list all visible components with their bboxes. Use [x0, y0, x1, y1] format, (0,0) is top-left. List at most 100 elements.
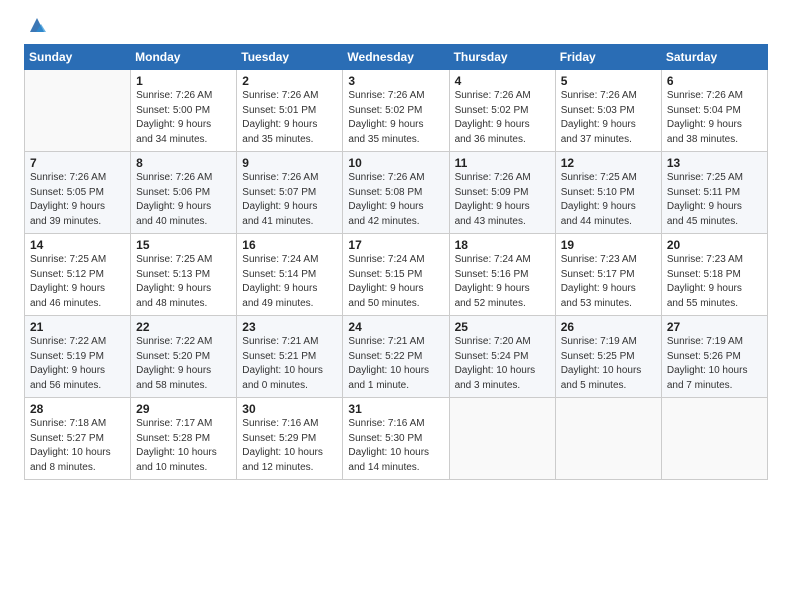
day-number: 25 [455, 320, 551, 334]
day-number: 7 [30, 156, 126, 170]
calendar-cell: 26Sunrise: 7:19 AM Sunset: 5:25 PM Dayli… [555, 316, 661, 398]
day-number: 28 [30, 402, 126, 416]
calendar-cell: 18Sunrise: 7:24 AM Sunset: 5:16 PM Dayli… [449, 234, 555, 316]
day-info: Sunrise: 7:18 AM Sunset: 5:27 PM Dayligh… [30, 417, 126, 475]
day-info: Sunrise: 7:25 AM Sunset: 5:10 PM Dayligh… [561, 171, 657, 229]
calendar-cell: 7Sunrise: 7:26 AM Sunset: 5:05 PM Daylig… [25, 152, 131, 234]
calendar-cell [25, 70, 131, 152]
day-number: 26 [561, 320, 657, 334]
calendar-cell: 12Sunrise: 7:25 AM Sunset: 5:10 PM Dayli… [555, 152, 661, 234]
calendar-cell: 28Sunrise: 7:18 AM Sunset: 5:27 PM Dayli… [25, 398, 131, 480]
day-number: 18 [455, 238, 551, 252]
calendar-cell: 16Sunrise: 7:24 AM Sunset: 5:14 PM Dayli… [237, 234, 343, 316]
day-number: 31 [348, 402, 444, 416]
day-number: 12 [561, 156, 657, 170]
day-info: Sunrise: 7:25 AM Sunset: 5:12 PM Dayligh… [30, 253, 126, 311]
day-info: Sunrise: 7:20 AM Sunset: 5:24 PM Dayligh… [455, 335, 551, 393]
day-number: 29 [136, 402, 232, 416]
calendar-cell: 1Sunrise: 7:26 AM Sunset: 5:00 PM Daylig… [131, 70, 237, 152]
day-info: Sunrise: 7:26 AM Sunset: 5:08 PM Dayligh… [348, 171, 444, 229]
calendar-cell: 17Sunrise: 7:24 AM Sunset: 5:15 PM Dayli… [343, 234, 449, 316]
day-info: Sunrise: 7:26 AM Sunset: 5:09 PM Dayligh… [455, 171, 551, 229]
day-info: Sunrise: 7:23 AM Sunset: 5:18 PM Dayligh… [667, 253, 763, 311]
calendar-cell: 4Sunrise: 7:26 AM Sunset: 5:02 PM Daylig… [449, 70, 555, 152]
day-info: Sunrise: 7:22 AM Sunset: 5:20 PM Dayligh… [136, 335, 232, 393]
day-info: Sunrise: 7:24 AM Sunset: 5:15 PM Dayligh… [348, 253, 444, 311]
day-info: Sunrise: 7:26 AM Sunset: 5:01 PM Dayligh… [242, 89, 338, 147]
day-number: 27 [667, 320, 763, 334]
day-number: 15 [136, 238, 232, 252]
calendar-cell: 29Sunrise: 7:17 AM Sunset: 5:28 PM Dayli… [131, 398, 237, 480]
day-number: 5 [561, 74, 657, 88]
logo-icon [26, 14, 48, 36]
day-number: 19 [561, 238, 657, 252]
calendar-cell: 5Sunrise: 7:26 AM Sunset: 5:03 PM Daylig… [555, 70, 661, 152]
weekday-header-saturday: Saturday [661, 45, 767, 70]
day-info: Sunrise: 7:26 AM Sunset: 5:05 PM Dayligh… [30, 171, 126, 229]
calendar-cell: 3Sunrise: 7:26 AM Sunset: 5:02 PM Daylig… [343, 70, 449, 152]
weekday-header-tuesday: Tuesday [237, 45, 343, 70]
day-number: 23 [242, 320, 338, 334]
weekday-header-thursday: Thursday [449, 45, 555, 70]
day-number: 14 [30, 238, 126, 252]
day-number: 1 [136, 74, 232, 88]
day-info: Sunrise: 7:24 AM Sunset: 5:16 PM Dayligh… [455, 253, 551, 311]
day-number: 2 [242, 74, 338, 88]
calendar-cell: 21Sunrise: 7:22 AM Sunset: 5:19 PM Dayli… [25, 316, 131, 398]
day-number: 3 [348, 74, 444, 88]
day-info: Sunrise: 7:21 AM Sunset: 5:21 PM Dayligh… [242, 335, 338, 393]
weekday-header-monday: Monday [131, 45, 237, 70]
day-number: 16 [242, 238, 338, 252]
day-number: 4 [455, 74, 551, 88]
calendar-cell: 31Sunrise: 7:16 AM Sunset: 5:30 PM Dayli… [343, 398, 449, 480]
day-number: 20 [667, 238, 763, 252]
day-number: 9 [242, 156, 338, 170]
calendar-cell: 19Sunrise: 7:23 AM Sunset: 5:17 PM Dayli… [555, 234, 661, 316]
day-number: 22 [136, 320, 232, 334]
header [24, 18, 768, 32]
calendar-table: SundayMondayTuesdayWednesdayThursdayFrid… [24, 44, 768, 480]
calendar-cell: 9Sunrise: 7:26 AM Sunset: 5:07 PM Daylig… [237, 152, 343, 234]
day-info: Sunrise: 7:25 AM Sunset: 5:13 PM Dayligh… [136, 253, 232, 311]
calendar-cell: 27Sunrise: 7:19 AM Sunset: 5:26 PM Dayli… [661, 316, 767, 398]
day-number: 17 [348, 238, 444, 252]
calendar-cell: 6Sunrise: 7:26 AM Sunset: 5:04 PM Daylig… [661, 70, 767, 152]
calendar-cell: 20Sunrise: 7:23 AM Sunset: 5:18 PM Dayli… [661, 234, 767, 316]
calendar-cell: 25Sunrise: 7:20 AM Sunset: 5:24 PM Dayli… [449, 316, 555, 398]
day-info: Sunrise: 7:24 AM Sunset: 5:14 PM Dayligh… [242, 253, 338, 311]
day-info: Sunrise: 7:17 AM Sunset: 5:28 PM Dayligh… [136, 417, 232, 475]
weekday-header-wednesday: Wednesday [343, 45, 449, 70]
calendar-cell: 24Sunrise: 7:21 AM Sunset: 5:22 PM Dayli… [343, 316, 449, 398]
day-info: Sunrise: 7:16 AM Sunset: 5:30 PM Dayligh… [348, 417, 444, 475]
day-info: Sunrise: 7:26 AM Sunset: 5:07 PM Dayligh… [242, 171, 338, 229]
calendar-cell: 8Sunrise: 7:26 AM Sunset: 5:06 PM Daylig… [131, 152, 237, 234]
day-info: Sunrise: 7:26 AM Sunset: 5:02 PM Dayligh… [455, 89, 551, 147]
day-info: Sunrise: 7:25 AM Sunset: 5:11 PM Dayligh… [667, 171, 763, 229]
logo [24, 18, 48, 32]
weekday-header-sunday: Sunday [25, 45, 131, 70]
day-info: Sunrise: 7:23 AM Sunset: 5:17 PM Dayligh… [561, 253, 657, 311]
calendar-cell: 10Sunrise: 7:26 AM Sunset: 5:08 PM Dayli… [343, 152, 449, 234]
day-info: Sunrise: 7:19 AM Sunset: 5:25 PM Dayligh… [561, 335, 657, 393]
calendar-cell: 15Sunrise: 7:25 AM Sunset: 5:13 PM Dayli… [131, 234, 237, 316]
day-number: 21 [30, 320, 126, 334]
day-number: 13 [667, 156, 763, 170]
day-number: 6 [667, 74, 763, 88]
day-number: 24 [348, 320, 444, 334]
day-number: 8 [136, 156, 232, 170]
day-number: 11 [455, 156, 551, 170]
calendar-cell: 14Sunrise: 7:25 AM Sunset: 5:12 PM Dayli… [25, 234, 131, 316]
day-info: Sunrise: 7:26 AM Sunset: 5:02 PM Dayligh… [348, 89, 444, 147]
day-info: Sunrise: 7:19 AM Sunset: 5:26 PM Dayligh… [667, 335, 763, 393]
day-info: Sunrise: 7:26 AM Sunset: 5:00 PM Dayligh… [136, 89, 232, 147]
calendar-cell [661, 398, 767, 480]
day-info: Sunrise: 7:16 AM Sunset: 5:29 PM Dayligh… [242, 417, 338, 475]
calendar-cell: 22Sunrise: 7:22 AM Sunset: 5:20 PM Dayli… [131, 316, 237, 398]
calendar-page: SundayMondayTuesdayWednesdayThursdayFrid… [0, 0, 792, 492]
calendar-cell: 13Sunrise: 7:25 AM Sunset: 5:11 PM Dayli… [661, 152, 767, 234]
calendar-cell: 2Sunrise: 7:26 AM Sunset: 5:01 PM Daylig… [237, 70, 343, 152]
calendar-cell [449, 398, 555, 480]
day-info: Sunrise: 7:26 AM Sunset: 5:03 PM Dayligh… [561, 89, 657, 147]
calendar-cell: 23Sunrise: 7:21 AM Sunset: 5:21 PM Dayli… [237, 316, 343, 398]
day-info: Sunrise: 7:26 AM Sunset: 5:06 PM Dayligh… [136, 171, 232, 229]
